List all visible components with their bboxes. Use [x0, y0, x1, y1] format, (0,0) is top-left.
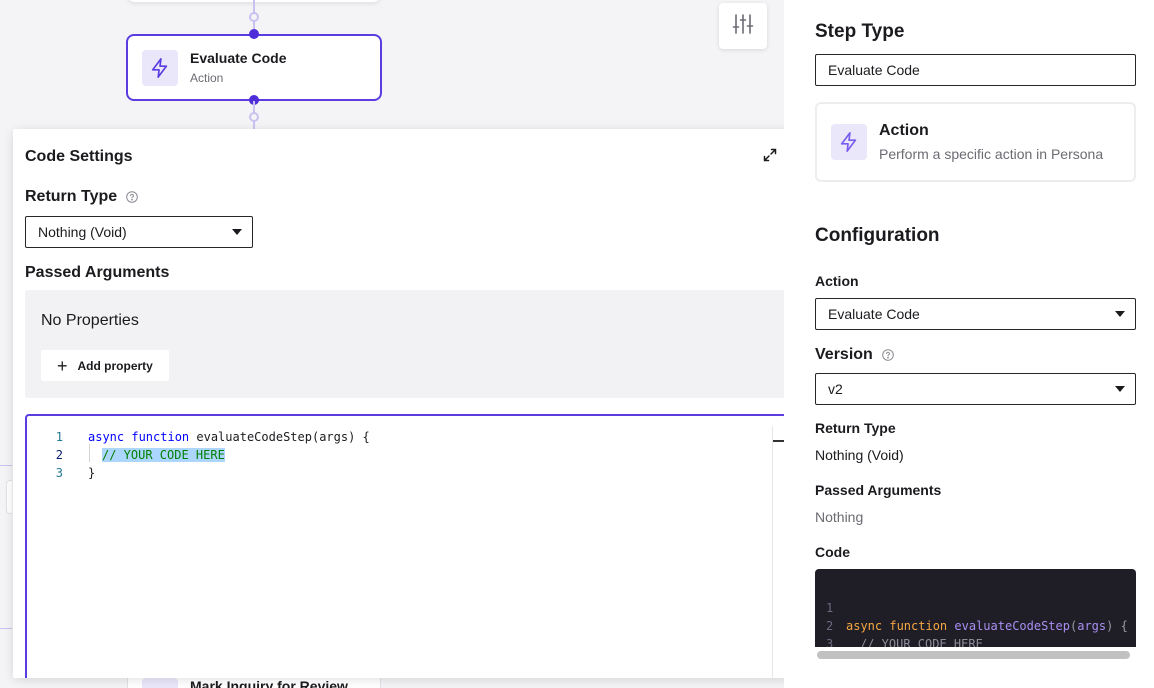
expand-icon	[763, 148, 777, 167]
node-subtitle: Action	[190, 71, 224, 85]
line-number: 3	[826, 637, 834, 647]
step-type-input[interactable]: Evaluate Code	[815, 54, 1136, 86]
configuration-heading: Configuration	[815, 225, 940, 246]
version-select-value: v2	[828, 381, 843, 397]
action-card-title: Action	[879, 122, 929, 139]
code-arg: args	[1077, 619, 1107, 633]
return-type-label-text: Return Type	[25, 188, 118, 205]
return-type-select[interactable]: Nothing (Void)	[25, 216, 253, 248]
version-label-text: Version	[815, 346, 873, 363]
action-select[interactable]: Evaluate Code	[815, 298, 1136, 330]
connector-port[interactable]	[249, 112, 259, 122]
chevron-down-icon	[1115, 386, 1125, 392]
plus-icon: +	[57, 355, 68, 376]
help-icon[interactable]	[126, 191, 138, 203]
step-type-heading: Step Type	[815, 21, 905, 42]
help-icon[interactable]	[882, 349, 894, 361]
code-comment: // YOUR CODE HERE	[102, 448, 225, 462]
passed-arguments-box: No Properties + Add property	[25, 290, 786, 398]
chevron-down-icon	[1115, 311, 1125, 317]
code-comment-text: // YOUR CODE HERE	[860, 637, 983, 647]
code-text: }	[88, 466, 96, 480]
sliders-icon	[731, 12, 755, 41]
code-text: // YOUR CODE HERE	[102, 446, 225, 464]
partial-node[interactable]	[6, 480, 12, 514]
code-preview-line: 1 async function evaluateCodeStep(args) …	[815, 581, 1128, 633]
connector-port[interactable]	[249, 12, 259, 22]
editor-line: 2 // YOUR CODE HERE	[27, 446, 767, 464]
no-properties-text: No Properties	[41, 312, 139, 329]
action-card[interactable]: Action Perform a specific action in Pers…	[815, 102, 1136, 182]
code-keyword: async function	[88, 430, 190, 444]
passed-arguments-label: Passed Arguments	[25, 264, 170, 281]
return-type-value: Nothing (Void)	[38, 224, 127, 240]
code-keyword: async function	[846, 619, 948, 633]
version-select[interactable]: v2	[815, 373, 1136, 405]
code-preview-line: 2 // YOUR CODE HERE	[815, 599, 983, 647]
code-preview: 1 async function evaluateCodeStep(args) …	[815, 569, 1136, 647]
node-title: Evaluate Code	[190, 50, 287, 66]
code-preview-scrollbar[interactable]	[817, 651, 1130, 659]
node-icon	[142, 678, 178, 688]
action-label: Action	[815, 273, 859, 289]
code-text: async function evaluateCodeStep(args) {	[88, 428, 370, 446]
lightning-icon	[142, 49, 178, 86]
expand-button[interactable]	[761, 148, 779, 166]
code-text: async function evaluateCodeStep(args) {	[846, 617, 1128, 635]
connector-line	[0, 465, 12, 466]
workflow-node-evaluate-code[interactable]: Evaluate Code Action	[126, 34, 382, 101]
passed-arguments-value: Nothing	[815, 509, 864, 525]
code-settings-panel: Code Settings Return Type Nothing (Void)…	[13, 129, 812, 678]
code-preview-line: 3 }	[815, 617, 858, 647]
canvas-settings-button[interactable]	[719, 3, 767, 49]
node-title: Mark Inquiry for Review	[190, 678, 348, 688]
version-label: Version	[815, 346, 894, 364]
node-input-port[interactable]	[249, 29, 259, 39]
line-number: 3	[55, 466, 63, 480]
add-property-button[interactable]: + Add property	[41, 350, 169, 381]
return-type-label: Return Type	[815, 420, 896, 436]
code-editor[interactable]: 1 async function evaluateCodeStep(args) …	[25, 414, 787, 678]
code-rest: evaluateCodeStep(args) {	[189, 430, 370, 444]
step-sidebar: Step Type Evaluate Code Action Perform a…	[784, 0, 1154, 688]
editor-line: 3 }	[27, 464, 767, 482]
return-type-label: Return Type	[25, 188, 138, 206]
chevron-down-icon	[232, 229, 242, 235]
action-card-description: Perform a specific action in Persona	[879, 146, 1104, 162]
passed-arguments-label: Passed Arguments	[815, 482, 942, 498]
code-function-name: evaluateCodeStep	[954, 619, 1070, 633]
line-number: 2	[55, 448, 63, 462]
line-number: 1	[55, 430, 63, 444]
add-property-label: Add property	[77, 358, 153, 373]
panel-title: Code Settings	[25, 148, 133, 165]
lightning-icon	[831, 124, 867, 160]
connector-line	[0, 628, 12, 629]
code-label: Code	[815, 544, 850, 560]
action-select-value: Evaluate Code	[828, 306, 920, 322]
code-comment: // YOUR CODE HERE	[860, 635, 983, 647]
editor-line: 1 async function evaluateCodeStep(args) …	[27, 428, 767, 446]
return-type-value: Nothing (Void)	[815, 447, 904, 463]
code-punct: ) {	[1106, 619, 1128, 633]
